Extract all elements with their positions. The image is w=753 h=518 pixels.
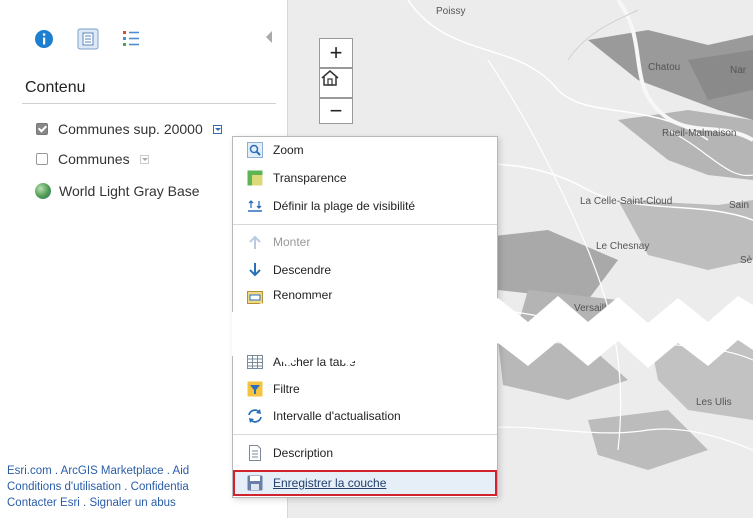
home-icon bbox=[321, 70, 339, 86]
collapse-triangle-icon[interactable] bbox=[264, 30, 274, 44]
menu-item-label: Zoom bbox=[273, 143, 304, 157]
description-icon bbox=[249, 445, 261, 461]
layer-context-menu: Zoom Transparence Définir la plage de vi… bbox=[232, 136, 498, 498]
zoom-out-button[interactable]: − bbox=[319, 98, 353, 124]
map-label-nanterre: Nar bbox=[730, 65, 747, 76]
map-label-versailles: Versailles bbox=[574, 303, 617, 314]
filter-icon bbox=[247, 381, 263, 397]
menu-item-label: Descendre bbox=[273, 263, 332, 277]
menu-item-filtre[interactable]: Filtre bbox=[233, 376, 497, 402]
footer-links-1[interactable]: Esri.com . ArcGIS Marketplace . Aid bbox=[7, 465, 189, 477]
menu-item-visibilite[interactable]: Définir la plage de visibilité bbox=[233, 193, 497, 219]
menu-item-label: Intervalle d'actualisation bbox=[273, 409, 401, 423]
layer-item-basemap: World Light Gray Base bbox=[35, 181, 200, 201]
menu-item-description[interactable]: Description bbox=[233, 440, 497, 466]
menu-item-label: Filtre bbox=[273, 382, 300, 396]
divider bbox=[22, 103, 276, 104]
layer-checkbox[interactable] bbox=[36, 153, 48, 165]
globe-icon bbox=[35, 183, 51, 199]
home-button[interactable] bbox=[319, 68, 353, 98]
rename-icon bbox=[247, 291, 263, 304]
layer-label[interactable]: Communes sup. 20000 bbox=[58, 121, 203, 137]
arrow-up-icon bbox=[249, 235, 261, 249]
layer-options-icon[interactable] bbox=[139, 154, 149, 164]
map-label-saint: Sain bbox=[729, 200, 750, 211]
layer-label[interactable]: World Light Gray Base bbox=[59, 183, 200, 199]
arrow-down-icon bbox=[249, 263, 261, 277]
menu-item-intervalle[interactable]: Intervalle d'actualisation bbox=[233, 403, 497, 429]
menu-item-renommer[interactable]: Renommer bbox=[233, 284, 497, 306]
info-icon[interactable] bbox=[33, 28, 55, 50]
visibility-range-icon bbox=[248, 200, 262, 212]
menu-item-label: Renommer bbox=[273, 288, 333, 302]
layer-item-communes-sup: Communes sup. 20000 bbox=[36, 119, 222, 139]
refresh-icon bbox=[248, 409, 262, 423]
transparency-icon bbox=[247, 170, 263, 186]
menu-item-monter[interactable]: Monter bbox=[233, 229, 497, 255]
map-label-rueil: Rueil-Malmaison bbox=[662, 128, 737, 139]
footer-links-3[interactable]: Contacter Esri . Signaler un abus bbox=[7, 497, 176, 509]
zoom-in-button[interactable]: + bbox=[319, 38, 353, 68]
menu-item-label: Enregistrer la couche bbox=[273, 476, 387, 490]
map-label-poissy: Poissy bbox=[436, 6, 466, 17]
layer-item-communes: Communes bbox=[36, 149, 149, 169]
layer-label[interactable]: Communes bbox=[58, 151, 130, 167]
table-icon bbox=[247, 355, 263, 369]
map-label-le-chesnay: Le Chesnay bbox=[596, 241, 650, 252]
menu-item-afficher-table[interactable]: Afficher la table bbox=[233, 349, 497, 375]
save-icon bbox=[247, 475, 263, 491]
map-label-se: Sè bbox=[740, 255, 753, 266]
menu-item-enregistrer[interactable]: Enregistrer la couche bbox=[233, 470, 497, 496]
menu-separator bbox=[233, 224, 497, 225]
menu-item-label: Transparence bbox=[273, 171, 347, 185]
layer-checkbox[interactable] bbox=[36, 123, 48, 135]
menu-item-label: Monter bbox=[273, 235, 311, 249]
zoom-icon bbox=[247, 142, 263, 158]
menu-item-zoom[interactable]: Zoom bbox=[233, 137, 497, 163]
menu-separator bbox=[233, 434, 497, 435]
menu-item-descendre[interactable]: Descendre bbox=[233, 257, 497, 283]
footer-links-2[interactable]: Conditions d'utilisation . Confidentia bbox=[7, 481, 189, 493]
legend-icon[interactable] bbox=[120, 28, 142, 50]
map-label-la-celle: La Celle-Saint-Cloud bbox=[580, 196, 673, 207]
layer-options-icon[interactable] bbox=[212, 124, 222, 134]
map-label-les-ulis: Les Ulis bbox=[696, 397, 732, 408]
map-label-chatou: Chatou bbox=[648, 62, 681, 73]
menu-item-label: Définir la plage de visibilité bbox=[273, 199, 416, 213]
menu-item-label: Description bbox=[273, 446, 334, 460]
panel-title: Contenu bbox=[25, 79, 86, 96]
content-icon[interactable] bbox=[77, 28, 99, 50]
menu-item-label: Afficher la table bbox=[273, 355, 356, 369]
menu-item-transparence[interactable]: Transparence bbox=[233, 165, 497, 191]
